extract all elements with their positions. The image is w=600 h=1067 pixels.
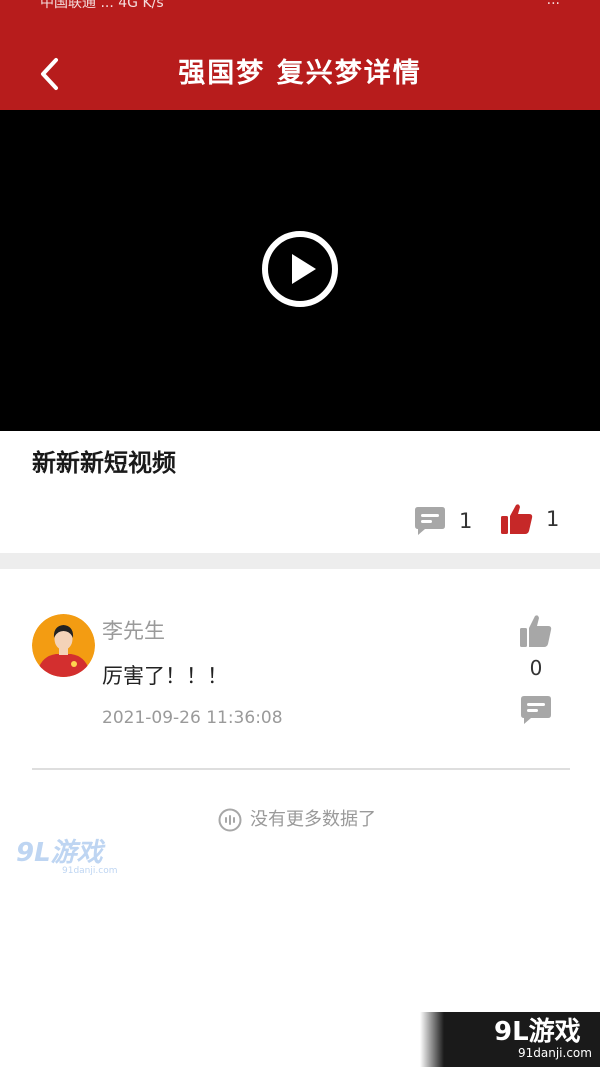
back-button[interactable] xyxy=(30,52,70,96)
play-circle-icon xyxy=(262,231,338,307)
no-more-data-text: 没有更多数据了 xyxy=(250,809,376,830)
app-header: 中国联通 ... 4G K/s ... 强国梦 复兴梦详情 xyxy=(0,0,600,110)
comment-reply-button[interactable] xyxy=(519,694,553,726)
no-more-data-indicator: 没有更多数据了 xyxy=(218,806,376,834)
comment-like-button[interactable] xyxy=(519,613,553,649)
chevron-left-icon xyxy=(41,58,58,90)
video-like-count: 1 xyxy=(546,507,560,531)
status-bar-carrier: 中国联通 ... 4G K/s xyxy=(40,0,164,11)
video-comment-count: 1 xyxy=(459,509,473,533)
avatar[interactable] xyxy=(32,614,95,677)
thumbs-up-icon xyxy=(520,615,552,647)
comment-timestamp: 2021-09-26 11:36:08 xyxy=(102,708,283,728)
video-like-stat[interactable]: 1 xyxy=(500,502,559,536)
watermark-logo-url: 91danji.com xyxy=(62,866,118,876)
comment-like-count: 0 xyxy=(529,656,543,680)
comment-icon xyxy=(415,507,445,535)
comment-icon xyxy=(521,696,551,724)
thumbs-up-icon xyxy=(501,504,533,534)
watermark-logo: 9L游戏 91danji.com xyxy=(16,838,117,878)
comment-author: 李先生 xyxy=(102,619,165,643)
status-bar: 中国联通 ... 4G K/s ... xyxy=(0,0,600,12)
comment-text: 厉害了！！！ xyxy=(102,664,228,688)
watermark-logo-text: 9L游戏 xyxy=(16,838,103,868)
status-bar-indicators: ... xyxy=(546,0,560,8)
page-title: 强国梦 复兴梦详情 xyxy=(178,58,422,89)
comment-separator xyxy=(32,768,570,770)
play-button[interactable] xyxy=(261,230,339,308)
video-title: 新新新短视频 xyxy=(32,449,176,477)
watermark-badge: 9L游戏 91danji.com xyxy=(420,1012,600,1067)
section-divider xyxy=(0,553,600,569)
watermark-badge-text: 9L游戏 xyxy=(494,1017,581,1047)
watermark-badge-url: 91danji.com xyxy=(518,1046,592,1060)
video-comment-stat[interactable]: 1 xyxy=(413,505,472,537)
waveform-circle-icon xyxy=(218,808,242,832)
